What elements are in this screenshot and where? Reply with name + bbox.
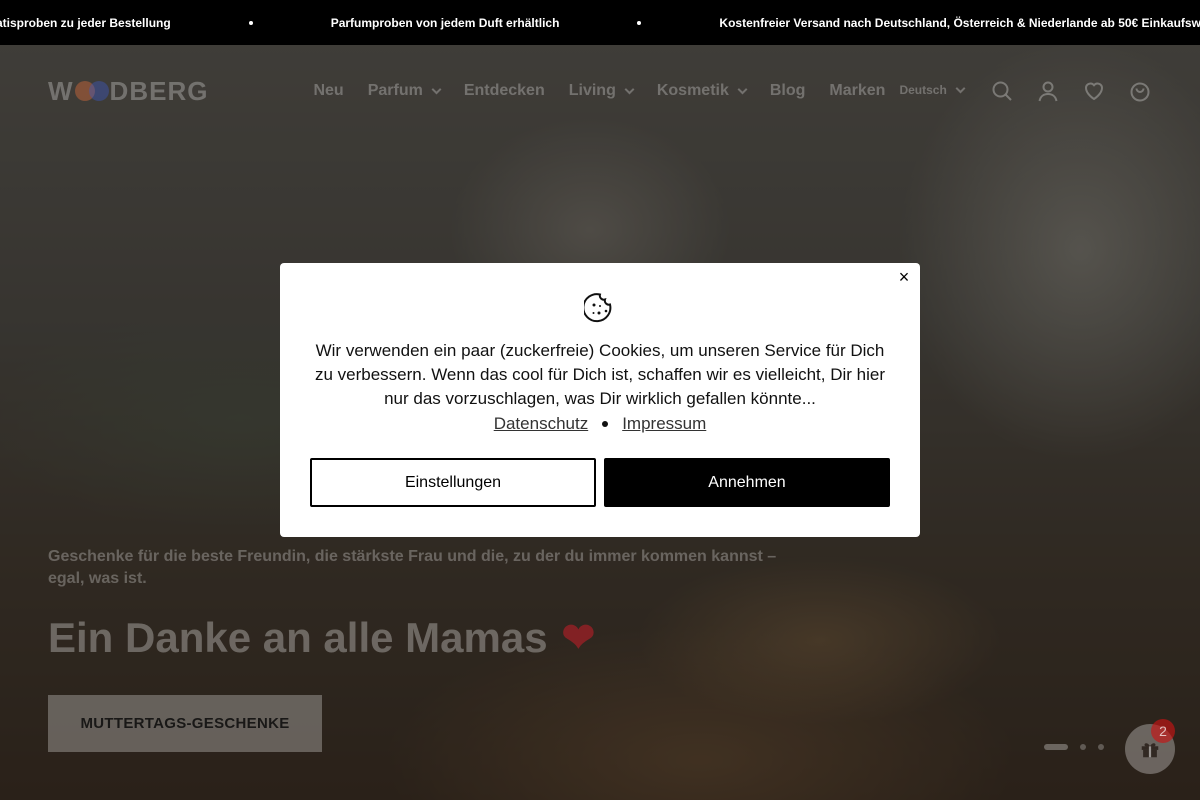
nav-item-label: Parfum	[367, 82, 423, 99]
logo-text-left: W	[48, 75, 74, 106]
cookie-accept-button[interactable]: Annehmen	[604, 458, 890, 507]
heart-icon: ❤	[561, 616, 596, 660]
gift-count-badge: 2	[1151, 719, 1175, 743]
chevron-down-icon	[955, 83, 966, 93]
nav-item-label: Living	[568, 82, 616, 99]
nav-item-label: Marken	[829, 82, 886, 99]
close-icon[interactable]: ×	[896, 268, 912, 286]
wishlist-icon[interactable]	[1082, 79, 1106, 103]
nav-item-blog[interactable]: Blog	[770, 82, 806, 100]
hero-title: Ein Danke an alle Mamas ❤	[48, 614, 595, 662]
account-icon[interactable]	[1036, 79, 1060, 103]
announcement-item: Kostenfreier Versand nach Deutschland, Ö…	[719, 15, 1200, 30]
nav-item-kosmetik[interactable]: Kosmetik	[656, 82, 748, 100]
nav-item-neu[interactable]: Neu	[313, 82, 343, 100]
search-icon[interactable]	[990, 79, 1014, 103]
language-selector[interactable]: Deutsch	[899, 83, 966, 97]
cookie-consent-modal: × Wir verwenden ein paar (zuckerfreie) C…	[280, 263, 920, 537]
slideshow-dots	[1044, 744, 1104, 750]
nav-item-label: Kosmetik	[656, 82, 729, 99]
nav-item-label: Neu	[313, 82, 344, 99]
main-nav: Neu Parfum Entdecken Living Kosmetik Blo…	[313, 82, 966, 100]
nav-item-marken[interactable]: Marken	[829, 82, 885, 100]
nav-item-label: Entdecken	[463, 82, 545, 99]
header-actions	[990, 79, 1152, 103]
announcement-separator	[637, 20, 642, 25]
legal-links: Datenschutz Impressum	[280, 414, 920, 434]
announcement-item: Parfumproben von jedem Duft erhältlich	[330, 15, 560, 30]
link-separator	[602, 421, 609, 427]
language-label: Deutsch	[899, 83, 947, 97]
chevron-down-icon	[737, 84, 748, 94]
announcement-bar: Gratisproben zu jeder Bestellung Parfump…	[0, 0, 1200, 45]
privacy-link[interactable]: Datenschutz	[494, 414, 589, 434]
logo-oo-mark	[74, 81, 109, 101]
chevron-down-icon	[624, 84, 635, 94]
chevron-down-icon	[431, 84, 442, 94]
hero-title-text: Ein Danke an alle Mamas	[48, 614, 548, 661]
logo[interactable]: W DBERG	[48, 76, 208, 107]
imprint-link[interactable]: Impressum	[622, 414, 706, 434]
site-header: W DBERG Neu Parfum Entdecken Living Kosm…	[0, 45, 1200, 137]
cart-icon[interactable]	[1128, 79, 1152, 103]
cookie-message: Wir verwenden ein paar (zuckerfreie) Coo…	[314, 341, 886, 408]
nav-item-label: Blog	[769, 82, 806, 99]
announcement-item: Gratisproben zu jeder Bestellung	[0, 15, 171, 30]
slide-dot[interactable]	[1080, 744, 1086, 750]
logo-text-right: DBERG	[109, 75, 209, 106]
nav-item-parfum[interactable]: Parfum	[367, 82, 442, 100]
hero-subtitle: Geschenke für die beste Freundin, die st…	[48, 548, 777, 587]
announcement-separator	[248, 20, 253, 25]
slide-dot-active[interactable]	[1044, 744, 1068, 750]
nav-item-entdecken[interactable]: Entdecken	[464, 82, 545, 100]
cookie-settings-button[interactable]: Einstellungen	[310, 458, 596, 507]
nav-item-living[interactable]: Living	[568, 82, 635, 100]
mothers-day-gifts-button[interactable]: MUTTERTAGS-GESCHENKE	[48, 695, 322, 752]
slide-dot[interactable]	[1098, 744, 1104, 750]
cookie-icon	[584, 293, 612, 323]
